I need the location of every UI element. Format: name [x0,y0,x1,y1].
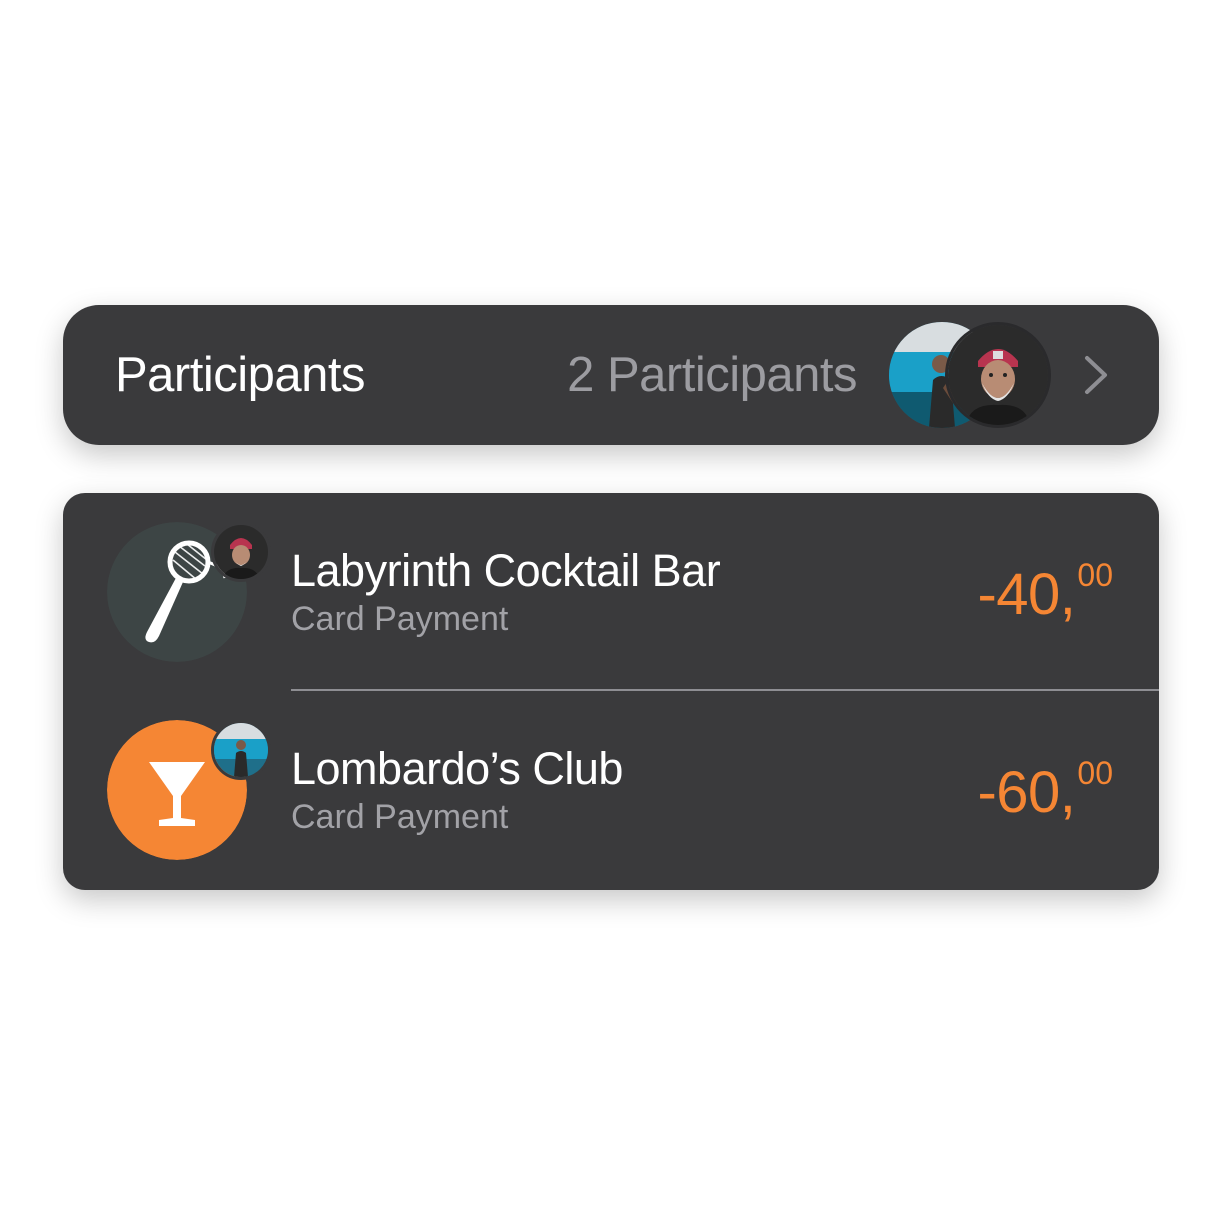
payment-type: Card Payment [291,798,509,836]
participant-avatar-stack [889,322,1051,428]
participants-count: 2 Participants [567,348,857,402]
transaction-row[interactable]: Lombardo’s Club Card Payment -60,00 [63,691,1159,889]
participants-row[interactable]: Participants 2 Participants [63,305,1159,445]
avatar [945,322,1051,428]
transaction-amount: -60,00 [977,757,1113,822]
amount-cents: 00 [1077,755,1113,791]
amount-whole: -60, [977,760,1076,825]
participants-title: Participants [115,348,366,402]
transactions-list: Labyrinth Cocktail Bar Card Payment -40,… [63,493,1159,890]
payment-type: Card Payment [291,600,509,638]
avatar [211,522,271,582]
amount-cents: 00 [1077,557,1113,593]
avatar [211,720,271,780]
chevron-right-icon[interactable] [1081,352,1111,398]
transaction-row[interactable]: Labyrinth Cocktail Bar Card Payment -40,… [63,493,1159,691]
transaction-amount: -40,00 [977,559,1113,624]
merchant-name: Lombardo’s Club [291,743,623,794]
stage: Participants 2 Participants Labyrinth Co… [0,0,1216,1216]
merchant-name: Labyrinth Cocktail Bar [291,545,721,596]
amount-whole: -40, [977,562,1076,627]
